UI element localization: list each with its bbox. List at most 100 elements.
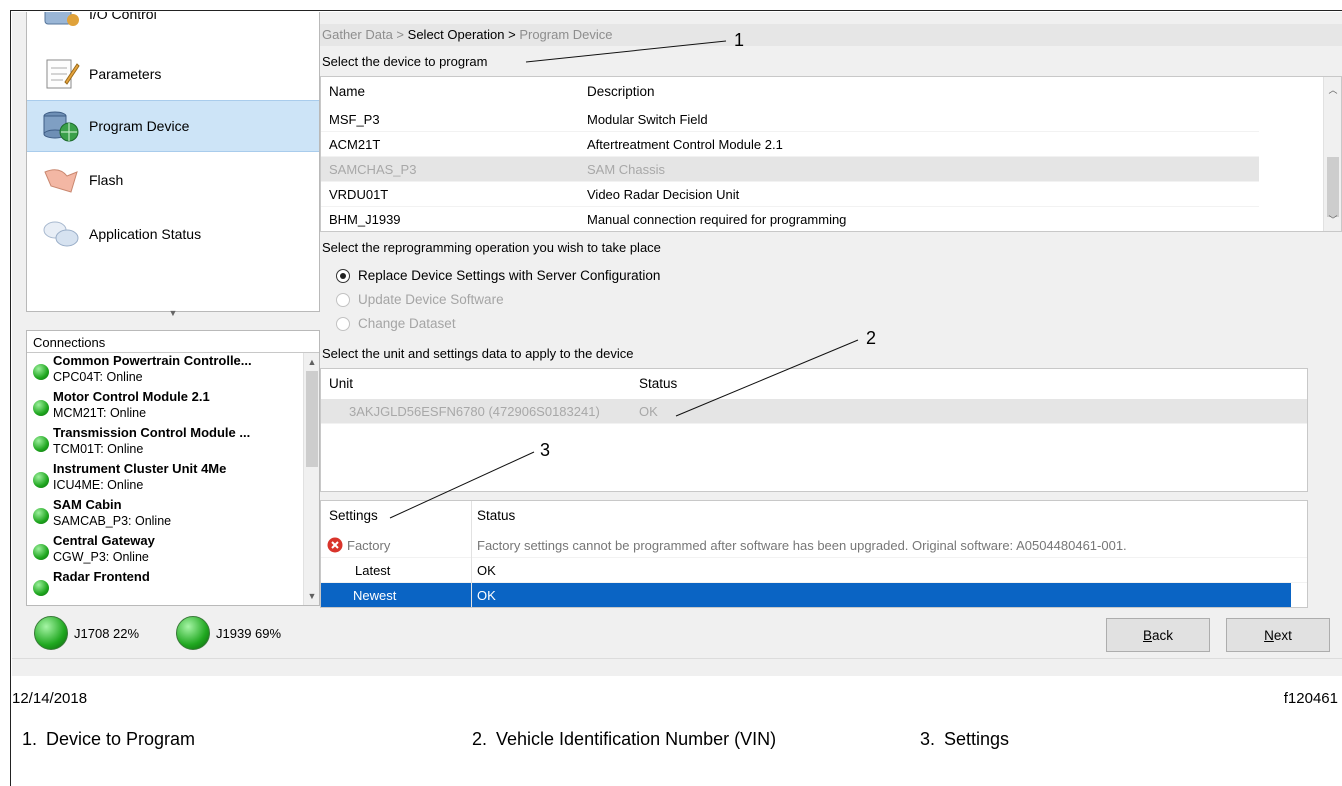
settings-row-newest[interactable]: Newest OK (321, 583, 1291, 607)
legend-item-3: 3. Settings (920, 729, 1010, 749)
connections-title: Connections (27, 331, 319, 353)
device-grid: Name Description MSF_P3 Modular Switch F… (320, 76, 1342, 232)
bus-status-led-icon (34, 616, 68, 650)
connection-item[interactable]: Instrument Cluster Unit 4Me ICU4ME: Onli… (27, 461, 303, 497)
online-status-icon (33, 400, 49, 416)
j1708-label: J1708 22% (74, 625, 140, 641)
online-status-icon (33, 508, 49, 524)
page-frame-top (10, 10, 1342, 11)
vin-value: 3AKJGLD56ESFN6780 (472906S0183241) (349, 403, 600, 419)
j1708-status: J1708 22% (34, 616, 139, 650)
connection-name: Transmission Control Module ... (53, 425, 251, 440)
connection-name: Common Powertrain Controlle... (53, 353, 252, 368)
nav-item-label: Flash (89, 172, 124, 188)
unit-section-label: Select the unit and settings data to app… (322, 346, 634, 361)
nav-item-application-status[interactable]: Application Status (27, 208, 319, 260)
settings-row-factory: Factory Factory settings cannot be progr… (321, 533, 1307, 558)
connection-item[interactable]: Motor Control Module 2.1 MCM21T: Online (27, 389, 303, 425)
bus-status-led-icon (176, 616, 210, 650)
error-icon (327, 537, 343, 553)
nav-item-label: Application Status (89, 226, 202, 242)
settings-row-latest[interactable]: Latest OK (321, 558, 1307, 583)
figure-id: f120461 (1283, 690, 1338, 707)
table-row[interactable]: MSF_P3 Modular Switch Field (321, 107, 1259, 132)
column-name: Name (329, 83, 366, 99)
connection-name: Instrument Cluster Unit 4Me (53, 461, 227, 476)
scrollbar-thumb[interactable] (1327, 157, 1339, 217)
callout-number-3: 3 (540, 440, 551, 460)
connection-status: MCM21T: Online (53, 406, 147, 420)
scroll-up-icon[interactable]: ▲ (307, 357, 317, 367)
column-description: Description (587, 83, 655, 99)
settings-grid: Settings Status Factory Factory settings… (320, 500, 1308, 608)
callout-number-1: 1 (734, 30, 745, 50)
scroll-up-icon[interactable]: ︿ (1328, 85, 1338, 95)
connection-item[interactable]: Central Gateway CGW_P3: Online (27, 533, 303, 569)
device-grid-scrollbar[interactable]: ︿ ﹀ (1323, 77, 1341, 231)
online-status-icon (33, 580, 49, 596)
online-status-icon (33, 436, 49, 452)
operation-section-label: Select the reprogramming operation you w… (322, 240, 661, 255)
unit-grid: Unit Status 3AKJGLD56ESFN6780 (472906S01… (320, 368, 1308, 492)
legend-item-1: 1. Device to Program (22, 729, 196, 749)
connection-name: Central Gateway (53, 533, 155, 548)
main-content: Gather Data > Select Operation > Program… (320, 12, 1342, 612)
io-control-icon (44, 12, 79, 26)
nav-item-label: Parameters (89, 66, 162, 82)
nav-expand-toggle[interactable]: ▼ (27, 308, 319, 328)
radio-replace-settings[interactable]: Replace Device Settings with Server Conf… (336, 268, 660, 283)
connection-item[interactable]: Transmission Control Module ... TCM01T: … (27, 425, 303, 461)
table-row: SAMCHAS_P3 SAM Chassis (321, 157, 1259, 182)
breadcrumb: Gather Data > Select Operation > Program… (320, 24, 1342, 46)
breadcrumb-gather-data: Gather Data > (322, 27, 405, 42)
nav-item-io-control[interactable]: I/O Control (27, 12, 319, 40)
nav-item-program-device[interactable]: Program Device (27, 100, 319, 152)
breadcrumb-program-device: Program Device (519, 27, 613, 42)
nav-item-label: I/O Control (89, 12, 157, 22)
status-bar (12, 658, 1342, 676)
online-status-icon (33, 472, 49, 488)
table-row[interactable]: BHM_J1939 Manual connection required for… (321, 207, 1259, 231)
notepad-icon (46, 59, 80, 89)
radio-update-software: Update Device Software (336, 292, 504, 307)
connection-item[interactable]: Common Powertrain Controlle... CPC04T: O… (27, 353, 303, 389)
j1939-status: J1939 69% (176, 616, 281, 650)
connection-name: Motor Control Module 2.1 (53, 389, 210, 404)
connection-status: TCM01T: Online (53, 442, 144, 456)
column-divider (471, 501, 472, 607)
scrollbar-thumb[interactable] (306, 371, 318, 467)
unit-row[interactable]: 3AKJGLD56ESFN6780 (472906S0183241) OK (321, 399, 1307, 424)
unit-grid-header: Unit Status (321, 369, 1307, 397)
next-button[interactable]: Next (1226, 618, 1330, 652)
column-settings: Settings (329, 507, 378, 523)
function-nav-panel: I/O Control Parameters Program Device Fl… (26, 12, 320, 318)
connection-status: ICU4ME: Online (53, 478, 144, 492)
breadcrumb-select-operation: Select Operation > (407, 27, 516, 42)
j1939-label: J1939 69% (216, 625, 282, 641)
scroll-down-icon[interactable]: ▼ (307, 591, 317, 601)
back-button[interactable]: Back (1106, 618, 1210, 652)
nav-item-parameters[interactable]: Parameters (27, 48, 319, 100)
callout-number-2: 2 (866, 328, 877, 348)
database-globe-icon (43, 111, 79, 142)
connections-panel: Connections Common Powertrain Controlle.… (26, 330, 320, 606)
radio-change-dataset: Change Dataset (336, 316, 456, 331)
figure-date: 12/14/2018 (12, 690, 88, 707)
flash-icon (44, 169, 78, 193)
connections-scrollbar[interactable]: ▲ ▼ (303, 353, 319, 605)
scroll-down-icon[interactable]: ﹀ (1328, 215, 1338, 225)
connection-item[interactable]: Radar Frontend (27, 569, 303, 605)
radio-icon (336, 316, 350, 331)
connection-status: CPC04T: Online (53, 370, 143, 384)
table-row[interactable]: ACM21T Aftertreatment Control Module 2.1 (321, 132, 1259, 157)
connections-list: Common Powertrain Controlle... CPC04T: O… (27, 353, 303, 605)
settings-grid-header: Settings Status (321, 501, 1307, 529)
connection-name: SAM Cabin (53, 497, 122, 512)
nav-item-flash[interactable]: Flash (27, 154, 319, 206)
table-row[interactable]: VRDU01T Video Radar Decision Unit (321, 182, 1259, 207)
device-section-label: Select the device to program (322, 54, 488, 69)
chat-bubbles-icon (43, 221, 79, 247)
connection-item[interactable]: SAM Cabin SAMCAB_P3: Online (27, 497, 303, 533)
legend-item-2: 2. Vehicle Identification Number (VIN) (472, 729, 777, 749)
connection-status: SAMCAB_P3: Online (53, 514, 172, 528)
